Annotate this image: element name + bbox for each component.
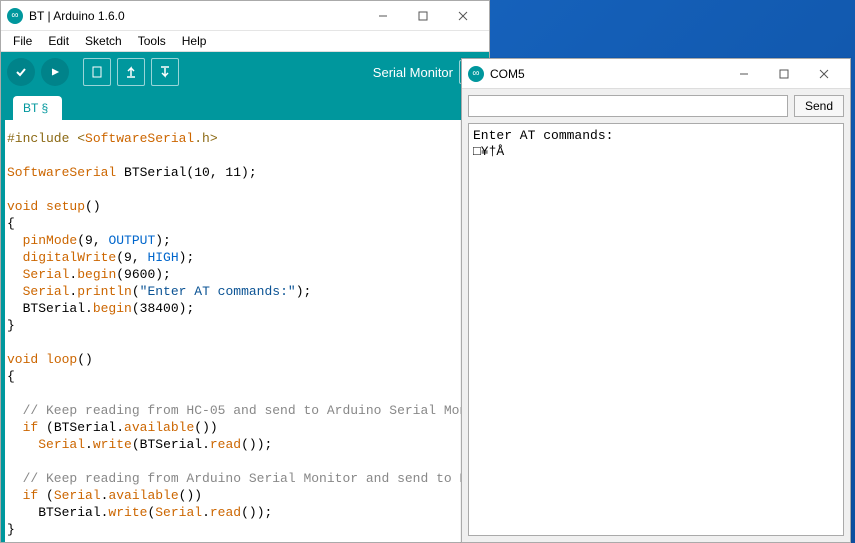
- arduino-ide-window: ∞ BT | Arduino 1.6.0 File Edit Sketch To…: [0, 0, 490, 543]
- open-sketch-button[interactable]: [117, 58, 145, 86]
- serial-monitor-window: ∞ COM5 Send Enter AT commands: □¥†Å: [461, 58, 851, 543]
- menubar: File Edit Sketch Tools Help: [1, 31, 489, 52]
- menu-file[interactable]: File: [5, 32, 40, 50]
- serial-input[interactable]: [468, 95, 788, 117]
- menu-help[interactable]: Help: [174, 32, 215, 50]
- serial-send-button[interactable]: Send: [794, 95, 844, 117]
- minimize-button[interactable]: [363, 2, 403, 30]
- serial-title: COM5: [490, 67, 724, 81]
- menu-tools[interactable]: Tools: [130, 32, 174, 50]
- close-button[interactable]: [443, 2, 483, 30]
- save-sketch-button[interactable]: [151, 58, 179, 86]
- menu-sketch[interactable]: Sketch: [77, 32, 130, 50]
- close-button[interactable]: [804, 60, 844, 88]
- ide-title: BT | Arduino 1.6.0: [29, 9, 363, 23]
- new-sketch-button[interactable]: [83, 58, 111, 86]
- arduino-logo-icon: ∞: [7, 8, 23, 24]
- arduino-logo-icon: ∞: [468, 66, 484, 82]
- upload-button[interactable]: [41, 58, 69, 86]
- serial-send-row: Send: [462, 89, 850, 123]
- ide-titlebar[interactable]: ∞ BT | Arduino 1.6.0: [1, 1, 489, 31]
- tab-bt[interactable]: BT §: [13, 96, 62, 120]
- minimize-button[interactable]: [724, 60, 764, 88]
- verify-button[interactable]: [7, 58, 35, 86]
- menu-edit[interactable]: Edit: [40, 32, 77, 50]
- toolbar: Serial Monitor: [1, 52, 489, 92]
- serial-titlebar[interactable]: ∞ COM5: [462, 59, 850, 89]
- code-editor[interactable]: #include <SoftwareSerial.h> SoftwareSeri…: [1, 120, 489, 542]
- tabbar: BT §: [1, 92, 489, 120]
- serial-monitor-label: Serial Monitor: [373, 65, 453, 80]
- maximize-button[interactable]: [764, 60, 804, 88]
- maximize-button[interactable]: [403, 2, 443, 30]
- serial-output[interactable]: Enter AT commands: □¥†Å: [468, 123, 844, 536]
